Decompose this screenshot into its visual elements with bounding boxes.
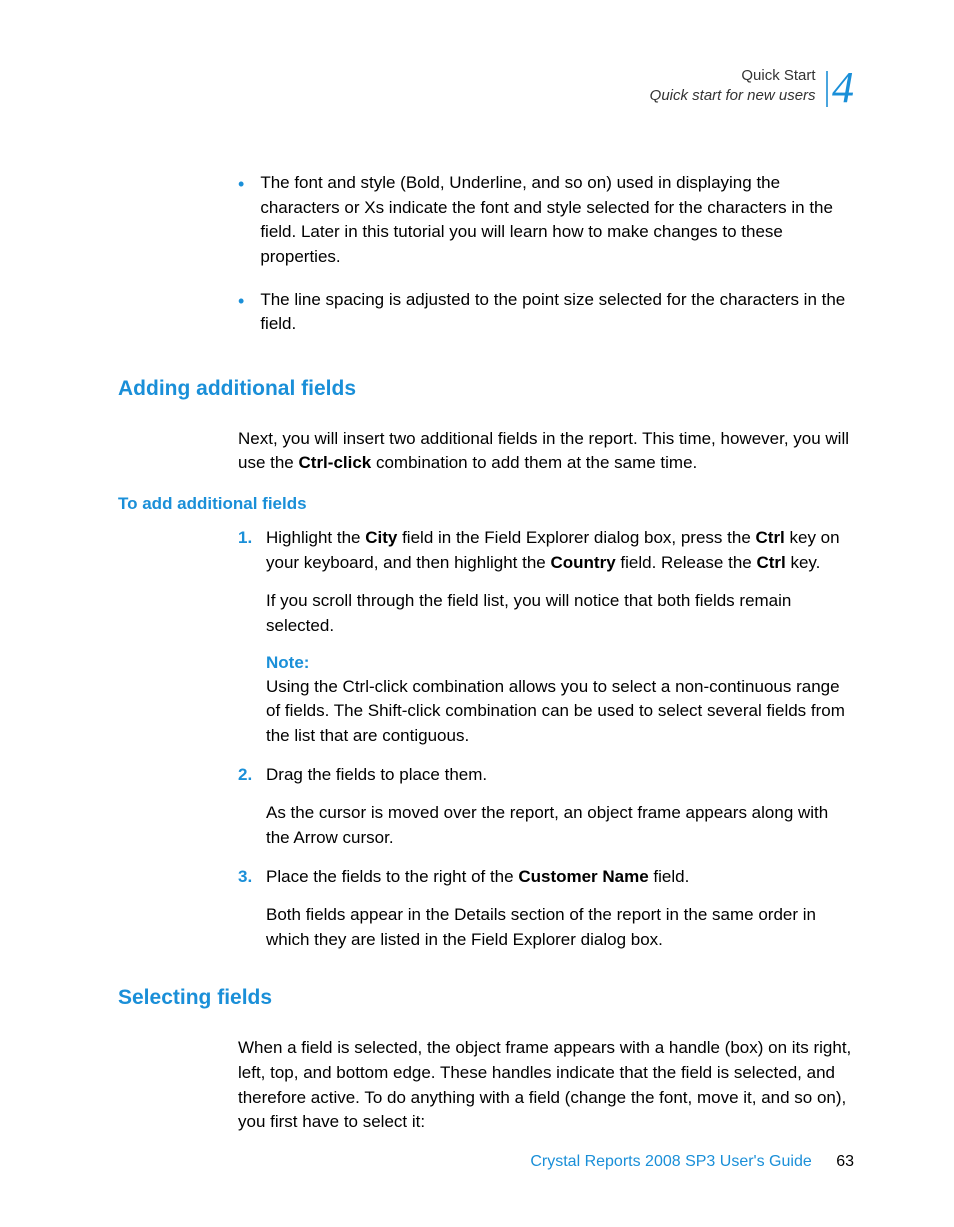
bullet-icon: • (238, 171, 244, 270)
bold-text: Country (550, 553, 615, 572)
step-number: 1. (238, 526, 266, 575)
page-footer: Crystal Reports 2008 SP3 User's Guide 63 (530, 1153, 854, 1171)
bullet-text: The line spacing is adjusted to the poin… (260, 288, 854, 337)
step-item: 3. Place the fields to the right of the … (238, 865, 854, 890)
header-subsection: Quick start for new users (650, 87, 816, 104)
footer-title: Crystal Reports 2008 SP3 User's Guide (530, 1153, 811, 1170)
bullet-icon: • (238, 288, 244, 337)
page-header: Quick Start Quick start for new users 4 (100, 60, 854, 111)
paragraph: Next, you will insert two additional fie… (238, 427, 854, 476)
paragraph: When a field is selected, the object fra… (238, 1036, 854, 1135)
bold-text: City (365, 528, 397, 547)
bold-text: Ctrl (756, 528, 785, 547)
header-text: Quick Start Quick start for new users (650, 66, 816, 105)
bullet-list: • The font and style (Bold, Underline, a… (238, 171, 854, 337)
step-item: 1. Highlight the City field in the Field… (238, 526, 854, 575)
subsection-heading: To add additional fields (118, 494, 854, 514)
text: combination to add them at the same time… (371, 453, 697, 472)
chapter-number: 4 (826, 62, 854, 113)
sub-paragraph: Both fields appear in the Details sectio… (266, 903, 854, 952)
text: Place the fields to the right of the (266, 867, 518, 886)
note-label: Note: (266, 653, 854, 673)
header-section: Quick Start (741, 67, 815, 84)
bold-text: Customer Name (518, 867, 648, 886)
bullet-item: • The font and style (Bold, Underline, a… (238, 171, 854, 270)
step-number: 3. (238, 865, 266, 890)
step-body: Place the fields to the right of the Cus… (266, 865, 854, 890)
step-item: 2. Drag the fields to place them. (238, 763, 854, 788)
text: field in the Field Explorer dialog box, … (397, 528, 755, 547)
bullet-item: • The line spacing is adjusted to the po… (238, 288, 854, 337)
section-heading: Adding additional fields (118, 377, 854, 401)
text: field. (649, 867, 690, 886)
sub-paragraph: As the cursor is moved over the report, … (266, 801, 854, 850)
bold-text: Ctrl (756, 553, 785, 572)
page: Quick Start Quick start for new users 4 … (0, 0, 954, 1227)
step-body: Highlight the City field in the Field Ex… (266, 526, 854, 575)
section-heading: Selecting fields (118, 986, 854, 1010)
step-number: 2. (238, 763, 266, 788)
text: Highlight the (266, 528, 365, 547)
content: • The font and style (Bold, Underline, a… (100, 171, 854, 1135)
text: key. (786, 553, 821, 572)
bullet-text: The font and style (Bold, Underline, and… (260, 171, 854, 270)
text: field. Release the (616, 553, 757, 572)
footer-page-number: 63 (836, 1153, 854, 1170)
sub-paragraph: If you scroll through the field list, yo… (266, 589, 854, 638)
step-body: Drag the fields to place them. (266, 763, 854, 788)
bold-text: Ctrl-click (299, 453, 372, 472)
note-text: Using the Ctrl-click combination allows … (266, 675, 854, 749)
